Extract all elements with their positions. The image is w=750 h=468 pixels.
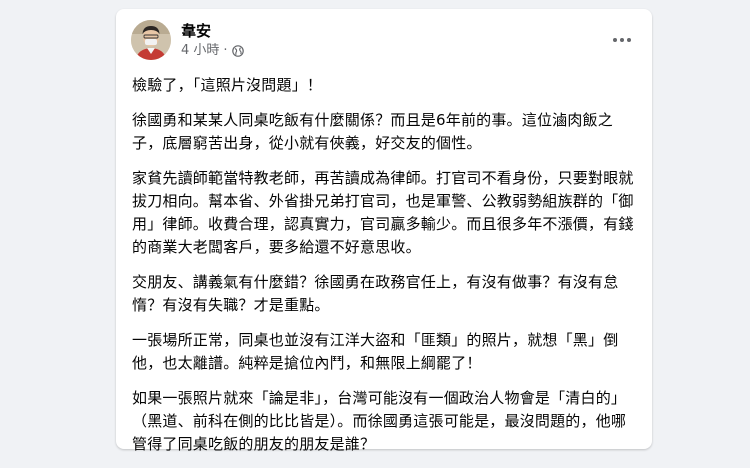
more-options-icon-dot [627,38,631,42]
avatar[interactable] [131,20,171,60]
post-paragraph: 徐國勇和某某人同桌吃飯有什麼關係？而且是6年前的事。這位滷肉飯之子，底層窮苦出身… [132,111,613,152]
meta-separator: · [223,43,228,58]
post-paragraph: 檢驗了，「這照片沒問題」！ [132,76,323,94]
post-paragraph: 家貧先讀師範當特教老師，再苦讀成為律師。打官司不看身份，只要對眼就拔刀相向。幫本… [132,169,634,256]
post-paragraph: 交朋友、講義氣有什麼錯？徐國勇在政務官任上，有沒有做事？有沒有怠惰？有沒有失職？… [132,273,619,314]
post-paragraph: 一張場所正常，同桌也並沒有江洋大盜和「匪類」的照片，就想「黑」倒他，也太離譜。純… [132,331,619,372]
post-paragraph: 如果一張照片就來「論是非」，台灣可能沒有一個政治人物會是「清白的」（黑道、前科在… [132,389,627,453]
more-options-icon-dot [620,38,624,42]
post-meta: 4 小時 · [181,42,244,60]
more-options-icon [613,38,617,42]
post-time[interactable]: 4 小時 [181,42,219,60]
post-body: 檢驗了，「這照片沒問題」！ 徐國勇和某某人同桌吃飯有什麼關係？而且是6年前的事。… [132,74,638,468]
post-card: 韋安 4 小時 · 檢驗了，「這照片沒問題」！ 徐國勇和某某人同桌吃飯有什麼關係… [116,9,652,453]
globe-icon[interactable] [231,45,244,57]
author-name[interactable]: 韋安 [181,21,211,41]
post-header: 韋安 4 小時 · [131,20,640,64]
avatar-photo [131,20,171,60]
more-options-button[interactable] [604,22,640,58]
